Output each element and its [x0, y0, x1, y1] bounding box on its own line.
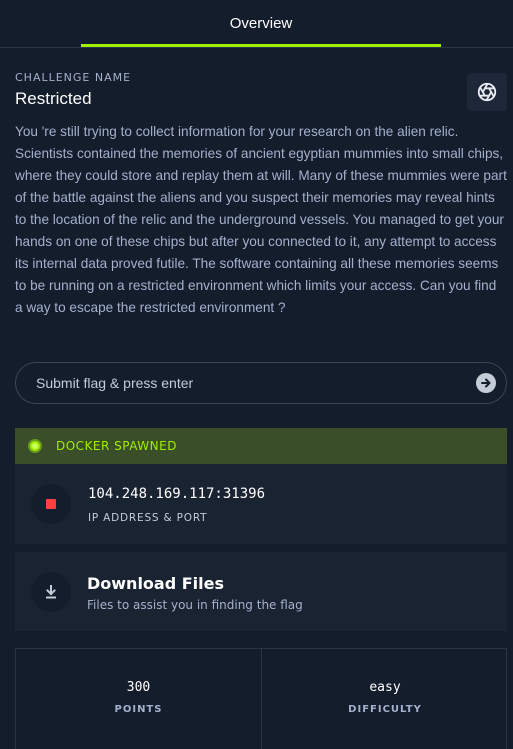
challenge-name-label: CHALLENGE NAME	[15, 71, 132, 84]
challenge-title: Restricted	[15, 89, 92, 108]
status-dot-icon	[28, 439, 42, 453]
challenge-stats: 300 POINTS easy DIFFICULTY	[15, 648, 507, 749]
docker-instance-card: 104.248.169.117:31396 IP ADDRESS & PORT	[15, 464, 507, 544]
tab-bar: Overview	[0, 0, 513, 48]
download-button[interactable]	[31, 572, 71, 612]
stop-icon	[46, 499, 56, 509]
difficulty-label: DIFFICULTY	[348, 704, 422, 715]
docker-status-bar: DOCKER SPAWNED	[15, 428, 507, 464]
aperture-icon	[477, 82, 497, 102]
active-tab-indicator	[81, 44, 441, 47]
ip-address[interactable]: 104.248.169.117:31396	[88, 486, 265, 502]
download-files-card[interactable]: Download Files Files to assist you in fi…	[15, 552, 507, 631]
points-stat: 300 POINTS	[16, 649, 262, 749]
download-icon	[46, 585, 56, 599]
points-value: 300	[126, 680, 151, 695]
ip-address-label: IP ADDRESS & PORT	[88, 512, 208, 524]
submit-flag-button[interactable]	[476, 373, 496, 393]
difficulty-stat: easy DIFFICULTY	[262, 649, 508, 749]
arrow-right-icon	[481, 378, 491, 388]
points-label: POINTS	[114, 704, 163, 715]
tab-overview[interactable]: Overview	[81, 0, 441, 48]
download-title: Download Files	[87, 574, 225, 593]
challenge-description: You 're still trying to collect informat…	[15, 124, 507, 315]
download-subtitle: Files to assist you in finding the flag	[87, 598, 303, 612]
aperture-button[interactable]	[467, 73, 507, 111]
flag-submit-field	[15, 362, 507, 404]
stop-instance-button[interactable]	[31, 484, 71, 524]
docker-status-label: DOCKER SPAWNED	[56, 439, 177, 453]
difficulty-value: easy	[369, 680, 401, 695]
flag-input[interactable]	[36, 363, 456, 403]
